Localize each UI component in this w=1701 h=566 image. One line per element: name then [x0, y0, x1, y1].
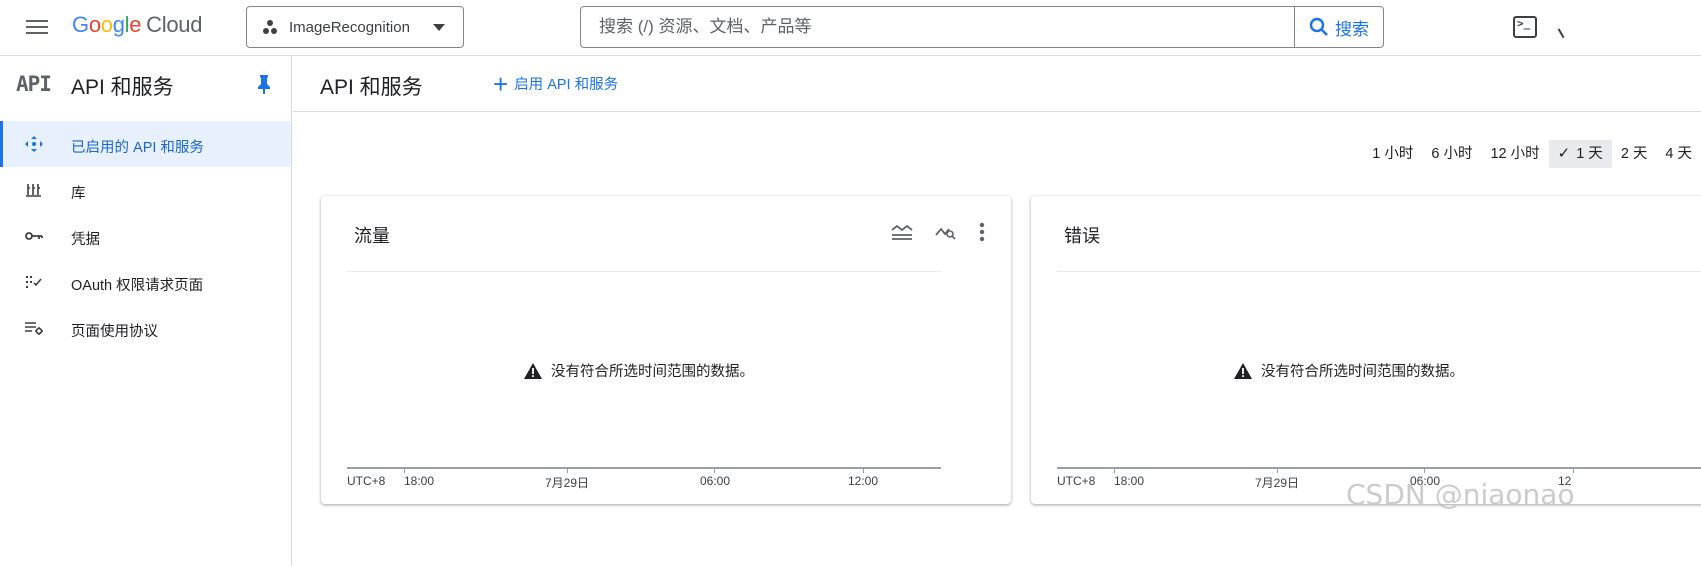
page-header: API 和服务 + 启用 API 和服务 — [293, 56, 1701, 112]
time-range-option[interactable]: 2 天 — [1612, 140, 1657, 168]
page-agreement-icon — [24, 319, 44, 337]
axis-timezone-label: UTC+8 — [347, 474, 386, 488]
project-icon — [263, 20, 277, 34]
hamburger-menu-icon[interactable] — [24, 16, 50, 40]
time-range-option[interactable]: 12 小时 — [1481, 140, 1548, 168]
search-bar: 搜索 — [580, 6, 1384, 48]
axis-tick-label: 18:00 — [404, 474, 435, 488]
axis-tick — [1573, 467, 1574, 473]
warning-icon — [524, 362, 542, 379]
x-axis — [347, 467, 941, 469]
api-dots-icon — [24, 135, 44, 153]
sidebar-item-library[interactable]: 库 — [0, 167, 291, 213]
axis-tick-label: 18:00 — [1114, 474, 1145, 488]
search-icon — [1309, 17, 1328, 36]
sidebar-item-label: 凭据 — [71, 232, 100, 248]
axis-tick — [404, 467, 405, 473]
axis-tick-label: 7月29日 — [545, 476, 590, 490]
project-name: ImageRecognition — [289, 18, 410, 36]
axis-tick — [714, 467, 715, 473]
google-cloud-logo[interactable]: Google Cloud — [72, 12, 202, 38]
no-data-text: 没有符合所选时间范围的数据。 — [551, 364, 754, 380]
card-toolbar — [891, 222, 985, 247]
axis-tick-label: 12:00 — [848, 474, 879, 488]
sidebar-item-label: 库 — [71, 186, 86, 202]
errors-chart-card: 错误 没有符合所选时间范围的数据。 UTC+8 18:00 7月29日 06:0… — [1031, 196, 1701, 504]
time-range-option[interactable]: 4 天 — [1656, 140, 1701, 168]
no-data-text: 没有符合所选时间范围的数据。 — [1261, 364, 1464, 380]
axis-tick — [863, 467, 864, 473]
no-data-message: 没有符合所选时间范围的数据。 — [1234, 360, 1464, 381]
axis-tick — [1277, 467, 1278, 473]
card-title: 流量 — [354, 226, 390, 246]
card-title: 错误 — [1064, 226, 1100, 246]
more-icon[interactable] — [1557, 27, 1566, 39]
time-range-option-selected[interactable]: ✓ 1 天 — [1548, 140, 1612, 168]
chevron-down-icon — [433, 24, 445, 31]
sidebar-title: API 和服务 — [71, 76, 174, 99]
axis-tick-label: 06:00 — [700, 474, 731, 488]
logo-google-text: Google — [72, 12, 142, 37]
cloud-shell-icon[interactable] — [1513, 16, 1537, 38]
oauth-consent-icon — [24, 273, 44, 291]
page-title: API 和服务 — [320, 76, 423, 99]
sidebar-item-label: 已启用的 API 和服务 — [71, 140, 204, 156]
check-icon: ✓ — [1557, 145, 1571, 162]
time-range-selector: 1 小时 6 小时 12 小时 ✓ 1 天 2 天 4 天 — [1363, 140, 1701, 168]
time-range-option[interactable]: 1 小时 — [1363, 140, 1422, 168]
logo-cloud-text: Cloud — [146, 12, 203, 37]
enable-apis-label: 启用 API 和服务 — [514, 77, 619, 93]
axis-tick — [1424, 467, 1425, 473]
legend-toggle-icon[interactable] — [891, 223, 913, 246]
sidebar-item-label: OAuth 权限请求页面 — [71, 278, 204, 294]
search-button-label: 搜索 — [1335, 19, 1369, 39]
sidebar-item-page-agreement[interactable]: 页面使用协议 — [0, 305, 291, 351]
key-icon — [24, 227, 44, 245]
card-divider — [1057, 271, 1701, 272]
sidebar-header: API API 和服务 — [0, 56, 291, 112]
sidebar: API API 和服务 已启用的 API 和服务 库 凭据 OAuth 权限请求… — [0, 56, 292, 566]
axis-tick-label: 12 — [1558, 474, 1572, 488]
axis-tick-label: 7月29日 — [1255, 476, 1300, 490]
time-range-option[interactable]: 6 小时 — [1422, 140, 1481, 168]
enable-apis-button[interactable]: + 启用 API 和服务 — [493, 68, 619, 99]
axis-tick — [567, 467, 568, 473]
sidebar-nav: 已启用的 API 和服务 库 凭据 OAuth 权限请求页面 页面使用协议 — [0, 121, 291, 351]
more-options-icon[interactable] — [979, 222, 985, 247]
time-range-selected-label: 1 天 — [1576, 146, 1603, 162]
search-button[interactable]: 搜索 — [1294, 7, 1383, 47]
traffic-chart-card: 流量 没有符合所选时间范围的数据。 UTC+8 18:00 7月29日 06:0… — [321, 196, 1011, 504]
top-bar: Google Cloud ImageRecognition 搜索 — [0, 0, 1701, 56]
no-data-message: 没有符合所选时间范围的数据。 — [524, 360, 754, 381]
chart-explore-icon[interactable] — [935, 223, 957, 246]
search-input[interactable] — [581, 7, 1295, 47]
axis-tick-label: 06:00 — [1410, 474, 1441, 488]
card-divider — [347, 271, 941, 272]
sidebar-item-credentials[interactable]: 凭据 — [0, 213, 291, 259]
project-selector-button[interactable]: ImageRecognition — [246, 6, 464, 48]
main-content: API 和服务 + 启用 API 和服务 1 小时 6 小时 12 小时 ✓ 1 … — [293, 56, 1701, 566]
sidebar-item-enabled-apis[interactable]: 已启用的 API 和服务 — [0, 121, 291, 167]
sidebar-item-oauth-consent[interactable]: OAuth 权限请求页面 — [0, 259, 291, 305]
sidebar-item-label: 页面使用协议 — [71, 324, 158, 340]
x-axis — [1057, 467, 1701, 469]
warning-icon — [1234, 362, 1252, 379]
axis-timezone-label: UTC+8 — [1057, 474, 1096, 488]
api-logo-icon: API — [16, 72, 52, 96]
library-icon — [24, 181, 44, 199]
pin-icon[interactable] — [257, 74, 271, 99]
plus-icon: + — [493, 68, 509, 99]
axis-tick — [1114, 467, 1115, 473]
